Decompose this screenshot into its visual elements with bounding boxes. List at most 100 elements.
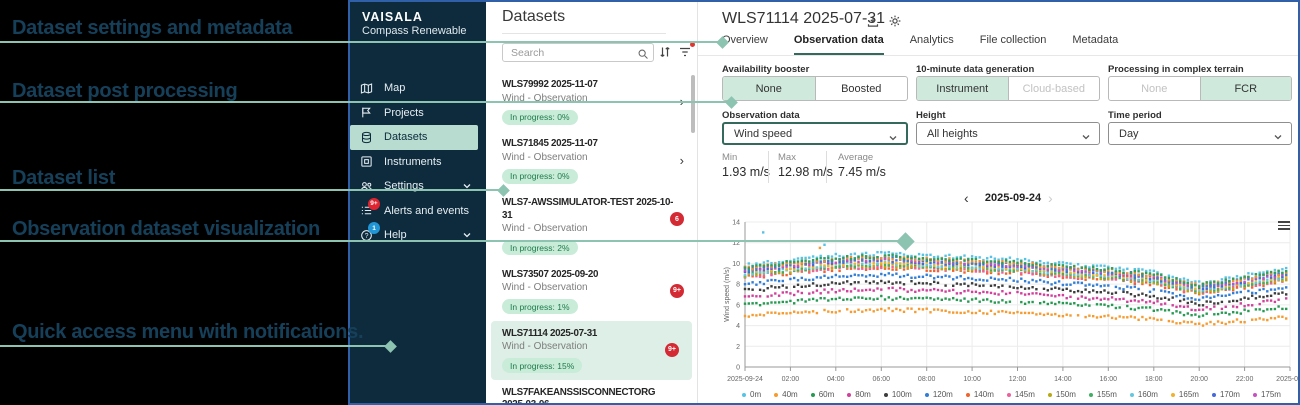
legend-item-160m[interactable]: 160m <box>1129 390 1158 399</box>
legend-item-0m[interactable]: 0m <box>742 390 761 399</box>
segment-option-instrument[interactable]: Instrument <box>917 77 1008 100</box>
segmented-control: Instrument Cloud-based <box>916 76 1100 101</box>
alert-count-badge: 6 <box>670 212 684 226</box>
tab-analytics[interactable]: Analytics <box>910 34 954 55</box>
sidebar-item-map[interactable]: Map <box>350 76 486 101</box>
gear-icon[interactable] <box>888 14 902 28</box>
segment-option-none[interactable]: None <box>723 77 815 100</box>
legend-item-100m[interactable]: 100m <box>883 390 912 399</box>
date-next-button[interactable]: › <box>1048 190 1053 206</box>
legend-label: 120m <box>932 390 953 399</box>
sidebar-item-help[interactable]: ? 1 Help <box>350 222 486 248</box>
tab-observation-data[interactable]: Observation data <box>793 34 884 55</box>
legend-item-60m[interactable]: 60m <box>810 390 834 399</box>
filter-label: Processing in complex terrain <box>1108 64 1244 75</box>
legend-item-145m[interactable]: 145m <box>1006 390 1035 399</box>
date-prev-button[interactable]: ‹ <box>964 190 969 206</box>
legend-item-155m[interactable]: 155m <box>1088 390 1117 399</box>
legend-dot <box>810 392 815 397</box>
dataset-name: WLS71845 2025-11-07 <box>502 138 598 149</box>
divider <box>826 151 827 183</box>
select-height[interactable]: All heights <box>916 122 1100 145</box>
chevron-down-icon <box>1081 129 1091 140</box>
legend-label: 80m <box>855 390 871 399</box>
svg-text:06:00: 06:00 <box>873 376 891 383</box>
legend-item-40m[interactable]: 40m <box>774 390 798 399</box>
progress-badge: In progress: 15% <box>502 358 583 373</box>
select-label: Observation data <box>722 110 800 121</box>
svg-text:10: 10 <box>732 261 740 268</box>
dataset-list-item[interactable]: WLS7FAKEANSSISCONNECTORG 2025-03-06Wind … <box>486 380 697 405</box>
legend-label: 150m <box>1055 390 1076 399</box>
dataset-list-panel: Datasets WLS79992 2025-11-07 Wind - Obser… <box>486 2 698 403</box>
dataset-name: WLS79992 2025-11-07 <box>502 79 598 90</box>
segment-option-boosted[interactable]: Boosted <box>814 77 908 100</box>
dataset-list-item[interactable]: WLS71114 2025-07-31 Wind - Observation In … <box>491 320 692 380</box>
segmented-control: None FCR <box>1108 76 1292 101</box>
legend-item-140m[interactable]: 140m <box>965 390 994 399</box>
svg-text:0: 0 <box>736 365 740 372</box>
annotation-label: Quick access menu with notifications. <box>12 321 364 343</box>
sidebar-item-alerts-and-events[interactable]: 9+ Alerts and events <box>350 197 486 224</box>
main-content: WLS71114 2025-07-31 Overview Observation … <box>698 2 1298 403</box>
segment-option-cloud-based[interactable]: Cloud-based <box>1007 77 1100 100</box>
product-name: Compass Renewable <box>362 25 467 37</box>
legend-item-120m[interactable]: 120m <box>924 390 953 399</box>
select-observation-data[interactable]: Wind speed <box>722 122 908 145</box>
tab-file-collection[interactable]: File collection <box>980 34 1047 55</box>
tab-metadata[interactable]: Metadata <box>1072 34 1118 55</box>
divider <box>502 33 666 34</box>
svg-text:12:00: 12:00 <box>1009 376 1027 383</box>
download-icon[interactable] <box>866 14 880 28</box>
sort-icon[interactable] <box>658 45 672 59</box>
chart-menu-icon[interactable] <box>1278 221 1290 231</box>
stat-max-label: Max <box>778 152 796 163</box>
dataset-list-item[interactable]: WLS7-AWSSIMULATOR-TEST 2025-10-31 Wind - … <box>486 190 697 262</box>
sidebar-item-instruments[interactable]: Instruments <box>350 150 486 175</box>
legend-dot <box>924 392 929 397</box>
tab-overview[interactable]: Overview <box>722 34 768 55</box>
date-label: 2025-09-24 <box>984 192 1042 204</box>
app-window: VAISALA Compass Renewable Map Projects Dat… <box>348 0 1300 405</box>
svg-text:04:00: 04:00 <box>827 376 845 383</box>
search-input[interactable] <box>509 44 633 61</box>
legend-item-150m[interactable]: 150m <box>1047 390 1076 399</box>
legend-label: 145m <box>1014 390 1035 399</box>
dataset-list-item[interactable]: WLS71845 2025-11-07 Wind - Observation In … <box>486 131 697 190</box>
tab-bar: Overview Observation data Analytics File co… <box>722 34 1118 55</box>
stat-average-label: Average <box>838 152 874 163</box>
sidebar-item-label: Datasets <box>384 131 428 144</box>
sidebar-item-projects[interactable]: Projects <box>350 101 486 126</box>
screenshot-canvas: Dataset settings and metadata Dataset pos… <box>0 0 1300 405</box>
filter-icon[interactable] <box>678 45 692 59</box>
dataset-name: WLS7FAKEANSSISCONNECTORG 2025-03-06 <box>502 386 656 405</box>
segment-option-none[interactable]: None <box>1109 77 1200 100</box>
dataset-name: WLS73507 2025-09-20 <box>502 268 599 280</box>
select-time-period[interactable]: Day <box>1108 122 1292 145</box>
svg-text:Wind speed (m/s): Wind speed (m/s) <box>724 267 731 322</box>
progress-badge: In progress: 1% <box>502 299 578 314</box>
svg-text:20:00: 20:00 <box>1190 376 1208 383</box>
sidebar-item-label: Projects <box>384 106 424 119</box>
segmented-control: None Boosted <box>722 76 908 101</box>
segment-option-fcr[interactable]: FCR <box>1199 77 1291 100</box>
frame-icon <box>359 155 373 169</box>
svg-text:8: 8 <box>736 282 740 289</box>
legend-item-80m[interactable]: 80m <box>847 390 871 399</box>
scrollbar-thumb[interactable] <box>691 75 695 133</box>
legend-item-170m[interactable]: 170m <box>1211 390 1240 399</box>
search-box[interactable] <box>502 43 654 62</box>
legend-dot <box>883 392 888 397</box>
svg-text:18:00: 18:00 <box>1145 376 1163 383</box>
legend-dot <box>1170 392 1175 397</box>
legend-label: 0m <box>750 390 762 399</box>
select-value: All heights <box>927 127 978 140</box>
legend-item-165m[interactable]: 165m <box>1170 390 1199 399</box>
sidebar-item-datasets[interactable]: Datasets <box>350 125 478 150</box>
legend-item-175m[interactable]: 175m <box>1252 390 1281 399</box>
annotation-line <box>0 344 390 348</box>
dataset-list-item[interactable]: WLS73507 2025-09-20 Wind - Observation In … <box>486 262 697 321</box>
select-value: Wind speed <box>734 127 793 140</box>
legend-dot <box>1129 392 1134 397</box>
sidebar-item-settings[interactable]: Settings <box>350 174 486 199</box>
